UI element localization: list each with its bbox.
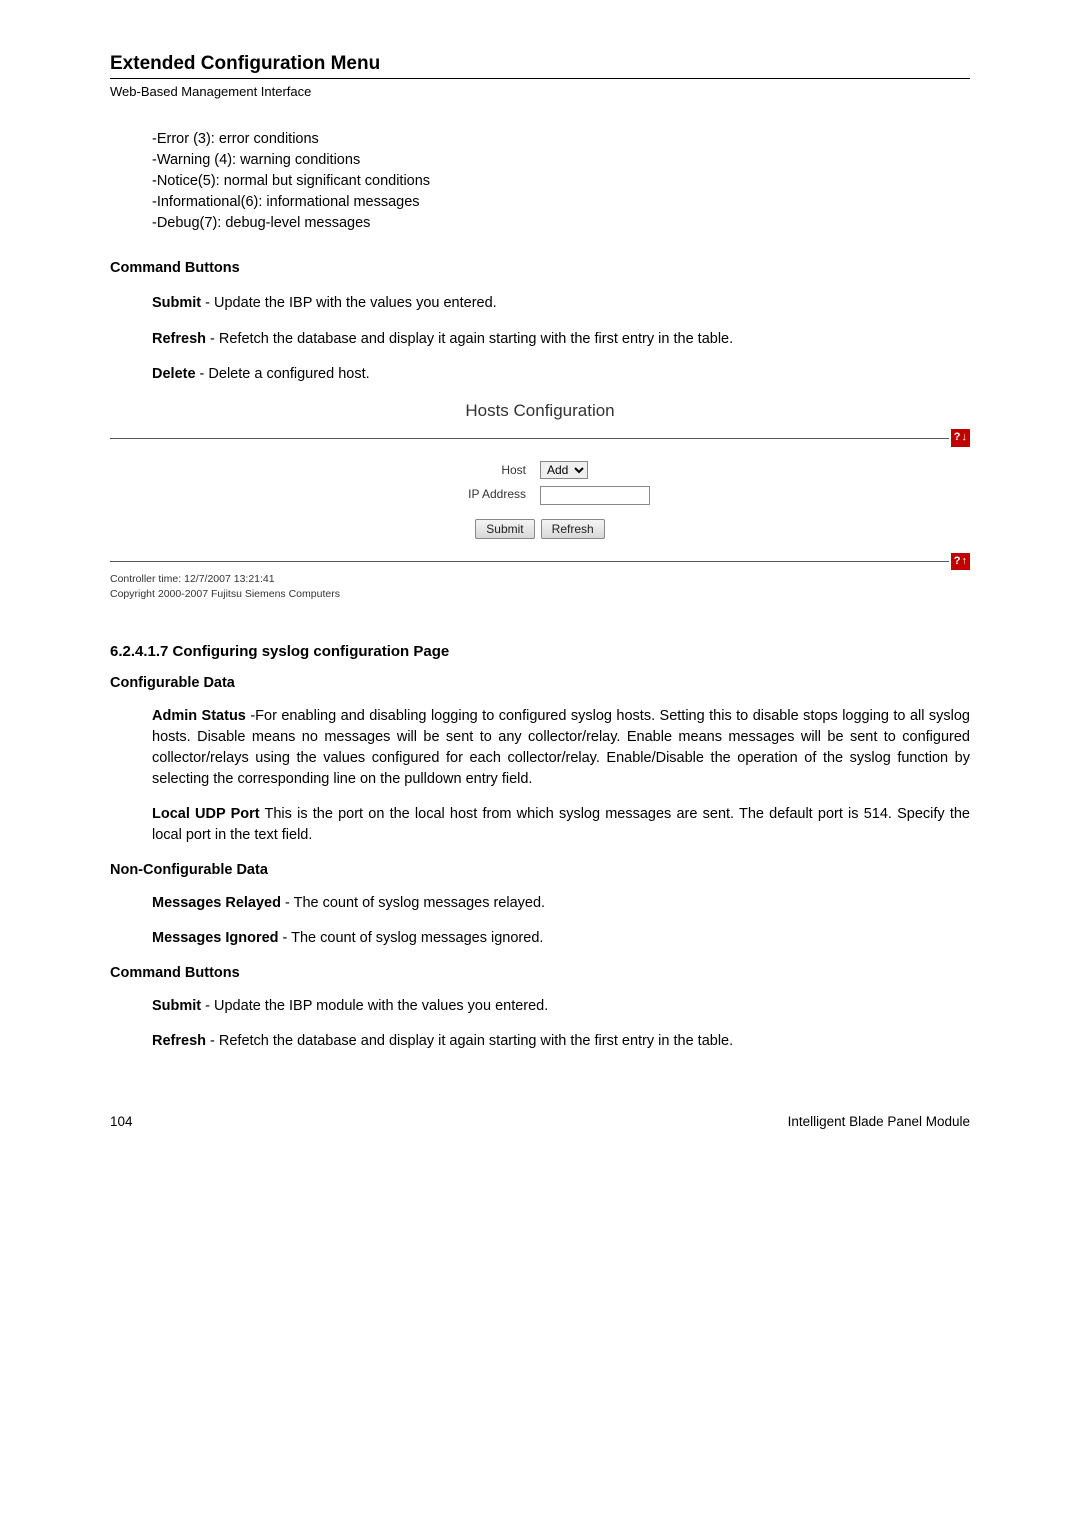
- refresh-term-2: Refresh: [152, 1033, 206, 1049]
- footer-product-name: Intelligent Blade Panel Module: [788, 1112, 970, 1132]
- command-buttons-heading: Command Buttons: [110, 258, 970, 279]
- refresh-text: - Refetch the database and display it ag…: [206, 331, 733, 347]
- messages-ignored-text: - The count of syslog messages ignored.: [279, 930, 544, 946]
- non-configurable-data-heading: Non-Configurable Data: [110, 860, 970, 881]
- page-number: 104: [110, 1112, 133, 1132]
- configurable-data-heading: Configurable Data: [110, 673, 970, 694]
- hosts-config-panel: Hosts Configuration ?↓ Host Add IP Addre…: [110, 399, 970, 601]
- severity-item: -Error (3): error conditions: [152, 129, 970, 150]
- submit-definition-2: Submit - Update the IBP module with the …: [152, 996, 970, 1017]
- help-down-icon[interactable]: ?↓: [951, 429, 970, 447]
- copyright-text: Copyright 2000-2007 Fujitsu Siemens Comp…: [110, 587, 970, 601]
- chevron-down-icon: ↓: [962, 430, 968, 446]
- refresh-term: Refresh: [152, 331, 206, 347]
- severity-item: -Informational(6): informational message…: [152, 192, 970, 213]
- refresh-definition-2: Refresh - Refetch the database and displ…: [152, 1031, 970, 1052]
- submit-definition: Submit - Update the IBP with the values …: [152, 293, 970, 314]
- ip-address-input[interactable]: [540, 486, 650, 505]
- ip-address-label: IP Address: [280, 486, 540, 503]
- severity-item: -Notice(5): normal but significant condi…: [152, 171, 970, 192]
- help-symbol: ?: [954, 430, 961, 446]
- panel-divider: [110, 438, 949, 439]
- submit-term: Submit: [152, 295, 201, 311]
- panel-title: Hosts Configuration: [110, 399, 970, 424]
- severity-list: -Error (3): error conditions -Warning (4…: [152, 129, 970, 234]
- messages-ignored-definition: Messages Ignored - The count of syslog m…: [152, 928, 970, 949]
- admin-status-term: Admin Status: [152, 708, 246, 724]
- messages-relayed-term: Messages Relayed: [152, 895, 281, 911]
- page-title: Extended Configuration Menu: [110, 53, 380, 74]
- chevron-up-icon: ↑: [962, 554, 968, 570]
- messages-relayed-text: - The count of syslog messages relayed.: [281, 895, 545, 911]
- submit-term-2: Submit: [152, 998, 201, 1014]
- delete-definition: Delete - Delete a configured host.: [152, 364, 970, 385]
- command-buttons-heading-2: Command Buttons: [110, 963, 970, 984]
- host-label: Host: [280, 462, 540, 479]
- severity-item: -Warning (4): warning conditions: [152, 150, 970, 171]
- local-udp-text: This is the port on the local host from …: [152, 806, 970, 843]
- refresh-button[interactable]: Refresh: [541, 519, 605, 539]
- submit-button[interactable]: Submit: [475, 519, 534, 539]
- delete-term: Delete: [152, 366, 196, 382]
- delete-text: - Delete a configured host.: [196, 366, 370, 382]
- section-number-heading: 6.2.4.1.7 Configuring syslog configurati…: [110, 641, 970, 663]
- severity-item: -Debug(7): debug-level messages: [152, 213, 970, 234]
- admin-status-definition: Admin Status -For enabling and disabling…: [152, 706, 970, 790]
- local-udp-term: Local UDP Port: [152, 806, 260, 822]
- refresh-text-2: - Refetch the database and display it ag…: [206, 1033, 733, 1049]
- panel-divider: [110, 561, 949, 562]
- submit-text: - Update the IBP with the values you ent…: [201, 295, 497, 311]
- controller-time: Controller time: 12/7/2007 13:21:41: [110, 572, 970, 586]
- submit-text-2: - Update the IBP module with the values …: [201, 998, 548, 1014]
- page-subtitle: Web-Based Management Interface: [110, 83, 970, 102]
- admin-status-text: -For enabling and disabling logging to c…: [152, 708, 970, 787]
- local-udp-definition: Local UDP Port This is the port on the l…: [152, 804, 970, 846]
- host-select[interactable]: Add: [540, 461, 588, 479]
- messages-ignored-term: Messages Ignored: [152, 930, 279, 946]
- messages-relayed-definition: Messages Relayed - The count of syslog m…: [152, 893, 970, 914]
- refresh-definition: Refresh - Refetch the database and displ…: [152, 329, 970, 350]
- help-up-icon[interactable]: ?↑: [951, 553, 970, 571]
- help-symbol: ?: [954, 554, 961, 570]
